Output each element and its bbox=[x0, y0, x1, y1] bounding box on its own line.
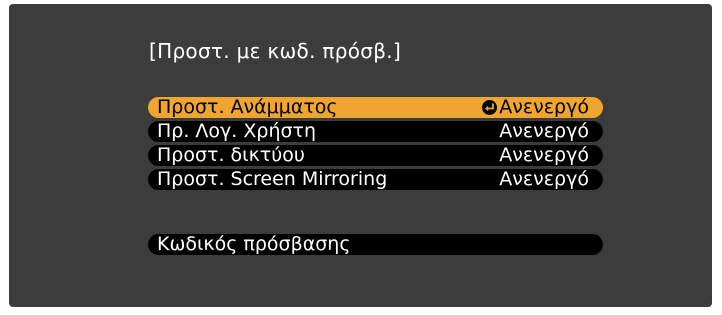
menu-item-network-protection[interactable]: Προστ. δικτύου Ανενεργό bbox=[148, 145, 603, 166]
menu-item-screen-mirroring-protection[interactable]: Προστ. Screen Mirroring Ανενεργό bbox=[148, 169, 603, 190]
menu-item-value: Ανενεργό bbox=[499, 168, 589, 190]
menu-item-label: Πρ. Λογ. Χρήστη bbox=[157, 120, 317, 142]
projector-menu-screen: [Προστ. με κωδ. πρόσβ.] Προστ. Ανάμματος… bbox=[9, 4, 712, 307]
menu-item-value-group: Ανενεργό bbox=[482, 97, 589, 118]
menu-item-label: Προστ. Screen Mirroring bbox=[157, 168, 388, 190]
menu-item-password[interactable]: Κωδικός πρόσβασης bbox=[148, 234, 603, 255]
menu-title: [Προστ. με κωδ. πρόσβ.] bbox=[149, 39, 402, 63]
menu-item-value: Ανενεργό bbox=[499, 96, 589, 118]
menu-item-label: Προστ. Ανάμματος bbox=[157, 96, 338, 118]
menu-item-label: Κωδικός πρόσβασης bbox=[157, 233, 351, 255]
menu-item-power-on-protection[interactable]: Προστ. Ανάμματος Ανενεργό bbox=[148, 97, 603, 118]
menu-item-value: Ανενεργό bbox=[499, 144, 589, 166]
menu-item-value: Ανενεργό bbox=[499, 120, 589, 142]
enter-icon bbox=[482, 100, 498, 115]
menu-item-label: Προστ. δικτύου bbox=[157, 144, 305, 166]
menu-item-user-logo-protection[interactable]: Πρ. Λογ. Χρήστη Ανενεργό bbox=[148, 121, 603, 142]
